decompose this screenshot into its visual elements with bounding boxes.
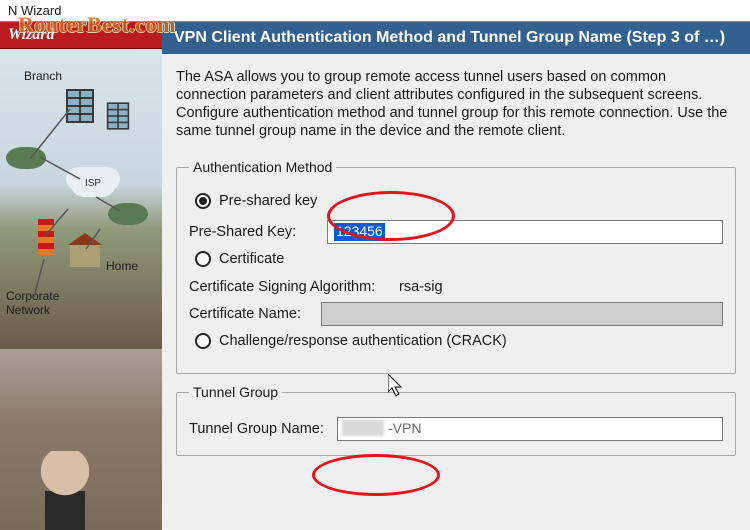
cert-name-label: Certificate Name: [189, 305, 313, 323]
tunnel-name-input[interactable]: -VPN [337, 417, 723, 441]
main-layout: Wizard Branch Corporate Network Home ISP [0, 22, 750, 530]
step-instructions: The ASA allows you to group remote acces… [176, 68, 736, 141]
tunnel-name-value: -VPN [388, 420, 421, 436]
preshared-key-field-row: Pre-Shared Key: 123456 [189, 220, 723, 244]
window-titlebar: N Wizard [0, 0, 750, 22]
tunnel-name-label: Tunnel Group Name: [189, 420, 329, 438]
building-icon [66, 89, 94, 123]
tunnel-group: Tunnel Group Tunnel Group Name: -VPN [176, 384, 736, 457]
cert-alg-row: Certificate Signing Algorithm: rsa-sig [189, 278, 723, 296]
radio-preshared-key[interactable]: Pre-shared key [195, 192, 723, 210]
step-content: The ASA allows you to group remote acces… [162, 54, 750, 474]
router-icon [108, 203, 148, 225]
step-banner: VPN Client Authentication Method and Tun… [162, 22, 750, 54]
preshared-key-value: 123456 [334, 223, 385, 241]
wizard-side-panel: Wizard Branch Corporate Network Home ISP [0, 22, 162, 530]
cert-name-row: Certificate Name: [189, 302, 723, 326]
radio-crack[interactable]: Challenge/response authentication (CRACK… [195, 332, 723, 350]
firewall-icon [38, 219, 54, 255]
crack-label: Challenge/response authentication (CRACK… [219, 332, 507, 350]
tunnel-group-legend: Tunnel Group [189, 384, 282, 402]
wizard-photo [0, 349, 162, 530]
tunnel-name-row: Tunnel Group Name: -VPN [189, 417, 723, 441]
diagram-label-corporate: Corporate Network [6, 289, 59, 317]
certificate-label: Certificate [219, 250, 284, 268]
radio-certificate[interactable]: Certificate [195, 250, 723, 268]
network-diagram: Branch Corporate Network Home ISP [0, 49, 162, 349]
wizard-header: Wizard [0, 22, 162, 49]
house-icon [70, 245, 100, 267]
preshared-key-label: Pre-shared key [219, 192, 317, 210]
building-icon [107, 102, 129, 129]
radio-icon [195, 193, 211, 209]
router-icon [6, 147, 46, 169]
diagram-label-isp: ISP [85, 178, 101, 189]
annotation-circle [312, 454, 440, 496]
auth-method-group: Authentication Method Pre-shared key Pre… [176, 159, 736, 374]
preshared-key-field-label: Pre-Shared Key: [189, 223, 319, 241]
preshared-key-input[interactable]: 123456 [327, 220, 723, 244]
cloud-icon: ISP [70, 169, 116, 197]
cert-alg-value: rsa-sig [399, 278, 443, 296]
diagram-label-home: Home [106, 259, 138, 273]
radio-icon [195, 251, 211, 267]
cert-name-input[interactable] [321, 302, 723, 326]
content-panel: VPN Client Authentication Method and Tun… [162, 22, 750, 530]
window-title: N Wizard [8, 3, 61, 18]
radio-icon [195, 333, 211, 349]
diagram-label-branch: Branch [24, 69, 62, 83]
auth-method-legend: Authentication Method [189, 159, 336, 177]
cert-alg-label: Certificate Signing Algorithm: [189, 278, 385, 296]
